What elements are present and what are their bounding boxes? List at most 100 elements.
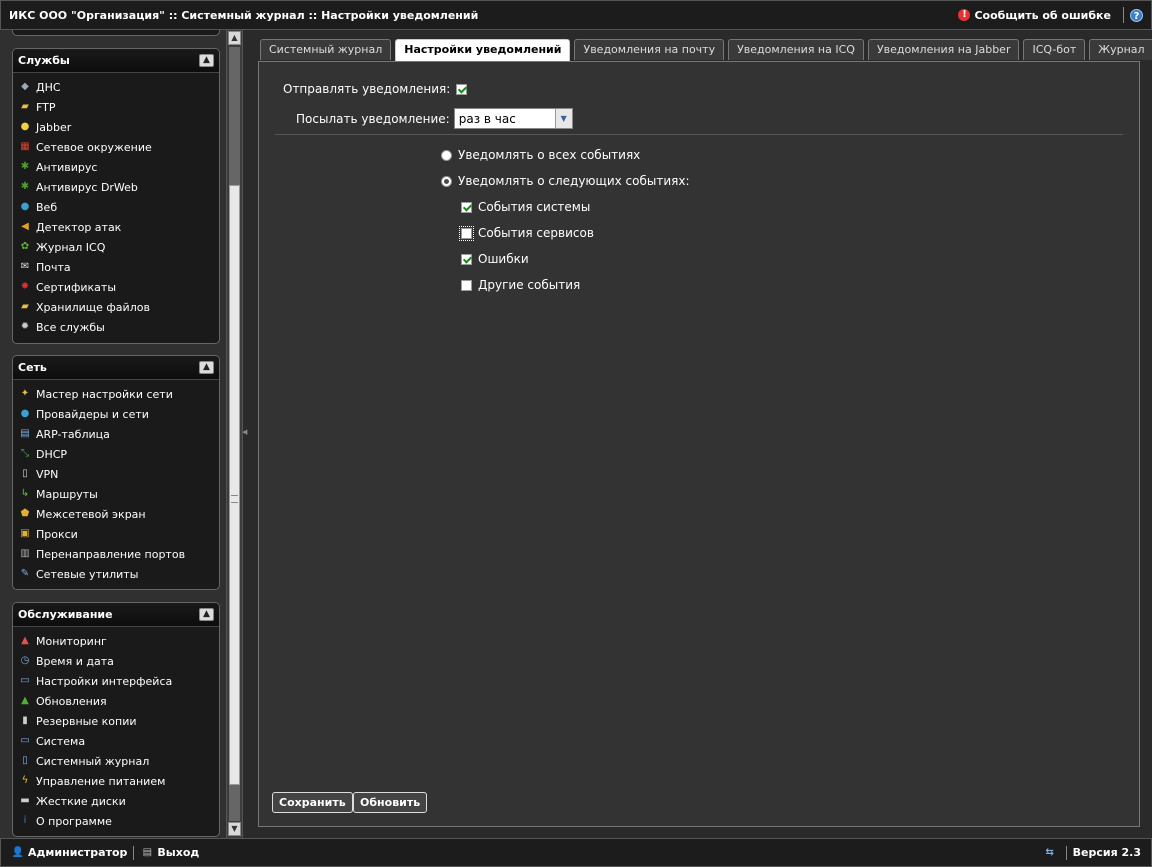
sidebar-item[interactable]: ◆ ДНС (13, 77, 219, 97)
sidebar-item[interactable]: ✎ Сетевые утилиты (13, 564, 219, 584)
sidebar-item[interactable]: ✦ Мастер настройки сети (13, 384, 219, 404)
sidebar-item[interactable]: ▰ FTP (13, 97, 219, 117)
collapse-network-button[interactable]: ▲ (199, 361, 214, 374)
radio-all-events[interactable] (441, 149, 452, 161)
sidebar-item-label: Прокси (36, 527, 78, 541)
sidebar-scrollbar[interactable]: ▲ ▼ (227, 30, 243, 838)
tag-icon: ◆ (21, 81, 29, 92)
event-row[interactable]: Другие события (461, 278, 580, 292)
radio-selected-events-row[interactable]: Уведомлять о следующих событиях: (441, 174, 690, 188)
sidebar-item[interactable]: ▤ ARP-таблица (13, 424, 219, 444)
sidebar-item-label: Жесткие диски (36, 794, 126, 808)
logout-icon: ▤ (142, 846, 153, 858)
send-notifications-checkbox[interactable] (456, 83, 468, 95)
gear-icon: ✹ (20, 321, 30, 332)
radio-all-events-row[interactable]: Уведомлять о всех событиях (441, 148, 640, 162)
bug-icon: ✱ (20, 181, 30, 192)
main-panel: Отправлять уведомления: Посылать уведомл… (258, 61, 1140, 827)
sidebar-item[interactable]: ▮ Резервные копии (13, 711, 219, 731)
sidebar-item-label: ARP-таблица (36, 427, 110, 441)
globe-icon: ● (20, 201, 30, 212)
sidebar-item[interactable]: ▣ Прокси (13, 524, 219, 544)
sidebar-item-label: Веб (36, 200, 58, 214)
folder-icon: ▰ (21, 301, 29, 312)
sidebar-item[interactable]: ✱ Антивирус DrWeb (13, 177, 219, 197)
event-checkbox[interactable] (461, 253, 472, 265)
sidebar-item[interactable]: ▰ Хранилище файлов (13, 297, 219, 317)
logout-link[interactable]: Выход (157, 846, 199, 859)
footer-separator (133, 845, 135, 860)
mail-icon: ✉ (20, 261, 30, 272)
sidebar-item[interactable]: ⬟ Межсетевой экран (13, 504, 219, 524)
sidebar-item[interactable]: ◀ Детектор атак (13, 217, 219, 237)
report-bug-link[interactable]: ! Сообщить об ошибке (958, 9, 1117, 22)
event-checkbox[interactable] (461, 279, 472, 291)
chevron-down-icon[interactable]: ▼ (554, 109, 572, 128)
help-icon[interactable]: ? (1130, 8, 1143, 22)
tab-6[interactable]: Журнал (1089, 39, 1152, 60)
tab-4[interactable]: Уведомления на Jabber (867, 39, 1020, 60)
event-checkbox[interactable] (461, 201, 472, 213)
tab-5[interactable]: ICQ-бот (1023, 39, 1086, 60)
flower-icon: ✿ (20, 241, 30, 252)
frequency-select[interactable]: раз в час ▼ (453, 108, 573, 129)
network-icon: ▦ (20, 141, 30, 152)
event-label: События сервисов (478, 226, 594, 240)
sidebar-item[interactable]: ⤡ DHCP (13, 444, 219, 464)
collapse-maintenance-button[interactable]: ▲ (199, 608, 214, 621)
sidebar-item[interactable]: ◷ Время и дата (13, 651, 219, 671)
sidebar-item[interactable]: ● Jabber (13, 117, 219, 137)
sidebar-item[interactable]: ✉ Почта (13, 257, 219, 277)
sidebar-item[interactable]: ✹ Все службы (13, 317, 219, 337)
sidebar-item[interactable]: ✿ Журнал ICQ (13, 237, 219, 257)
sidebar-item[interactable]: ↳ Маршруты (13, 484, 219, 504)
frequency-label: Посылать уведомление: (296, 111, 450, 126)
sidebar-item-label: Межсетевой экран (36, 507, 146, 521)
event-label: Другие события (478, 278, 581, 292)
sidebar-item[interactable]: ✱ Антивирус (13, 157, 219, 177)
splitter-arrow-icon[interactable]: ◀ (242, 428, 247, 436)
radio-selected-events[interactable] (441, 175, 452, 187)
sidebar-item[interactable]: ● Провайдеры и сети (13, 404, 219, 424)
network-panel-title: Сеть (18, 361, 47, 374)
collapse-services-button[interactable]: ▲ (199, 54, 214, 67)
sidebar: Службы ▲ ◆ ДНС ▰ FTP ● Jabber ▦ Сетевое окружен… (0, 30, 227, 838)
event-label: Ошибки (478, 252, 529, 266)
sidebar-item[interactable]: ▦ Сетевое окружение (13, 137, 219, 157)
sidebar-item-label: Маршруты (36, 487, 98, 501)
event-row[interactable]: События системы (461, 200, 590, 214)
sidebar-item[interactable]: ϟ Управление питанием (13, 771, 219, 791)
page-title: ИКС ООО "Организация" :: Системный журна… (9, 8, 479, 22)
event-row[interactable]: События сервисов (459, 225, 594, 241)
tab-2[interactable]: Уведомления на почту (574, 39, 725, 60)
event-row[interactable]: Ошибки (461, 252, 529, 266)
sidebar-item[interactable]: ✸ Сертификаты (13, 277, 219, 297)
bug-icon: ✱ (20, 161, 30, 172)
sidebar-item[interactable]: ▥ Перенаправление портов (13, 544, 219, 564)
sidebar-item[interactable]: ▲ Обновления (13, 691, 219, 711)
scroll-down-button[interactable]: ▼ (228, 822, 241, 836)
scroll-thumb[interactable] (229, 185, 240, 785)
event-checkbox[interactable] (459, 225, 474, 241)
sidebar-item-label: VPN (36, 467, 59, 481)
sidebar-item[interactable]: ▯ VPN (13, 464, 219, 484)
user-label[interactable]: Администратор (28, 846, 127, 859)
sidebar-item-label: Антивирус DrWeb (36, 180, 138, 194)
sidebar-item[interactable]: ▬ Жесткие диски (13, 791, 219, 811)
scroll-up-button[interactable]: ▲ (228, 31, 241, 45)
sidebar-item[interactable]: ▭ Настройки интерфейса (13, 671, 219, 691)
footer-right: ⇆ Версия 2.3 (1043, 845, 1151, 860)
port-icon: ▥ (20, 548, 30, 559)
sidebar-item[interactable]: ▲ Мониторинг (13, 631, 219, 651)
sidebar-item[interactable]: i О программе (13, 811, 219, 831)
save-button[interactable]: Сохранить (272, 792, 353, 813)
tab-0[interactable]: Системный журнал (260, 39, 392, 60)
refresh-button[interactable]: Обновить (353, 792, 428, 813)
tab-1[interactable]: Настройки уведомлений (395, 39, 571, 61)
tab-3[interactable]: Уведомления на ICQ (728, 39, 864, 60)
sidebar-item[interactable]: ▭ Система (13, 731, 219, 751)
sidebar-item-label: Сертификаты (36, 280, 117, 294)
sidebar-item[interactable]: ▯ Системный журнал (13, 751, 219, 771)
sidebar-item[interactable]: ● Веб (13, 197, 219, 217)
sidebar-item-label: Обновления (36, 694, 107, 708)
